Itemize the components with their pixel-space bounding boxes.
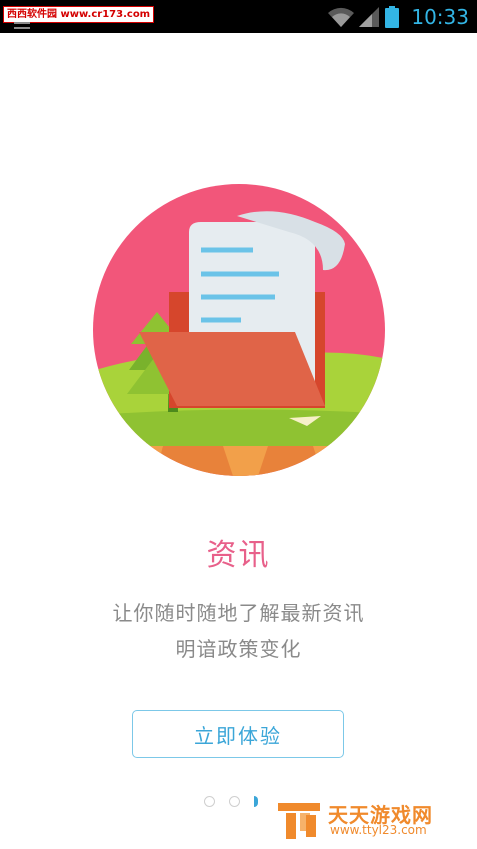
status-bar: 西西软件园 www.cr173.com 10:33 [0,0,477,33]
description-line-1: 让你随时随地了解最新资讯 [112,601,365,625]
clock: 10:33 [411,4,469,29]
status-icons: 10:33 [327,0,477,33]
try-now-button[interactable]: 立即体验 [132,710,344,758]
page-dot-1[interactable] [204,796,215,807]
page-dot-3-active[interactable] [254,796,258,807]
brand-url: www.ttyl23.com [330,823,427,837]
battery-icon [385,5,400,28]
menu-icon [14,22,30,29]
onboarding-title: 资讯 [206,538,271,573]
ttyl-logo-icon [278,803,320,839]
watermark-top: 西西软件园 www.cr173.com [3,6,155,23]
branding-watermark: 天天游戏网 www.ttyl23.com [276,797,476,845]
page-indicator [204,796,272,808]
wifi-icon [328,7,355,27]
signal-icon [359,6,380,27]
description-line-2: 明谙政策变化 [175,637,302,661]
page-dot-2[interactable] [229,796,240,807]
news-illustration [93,184,385,476]
